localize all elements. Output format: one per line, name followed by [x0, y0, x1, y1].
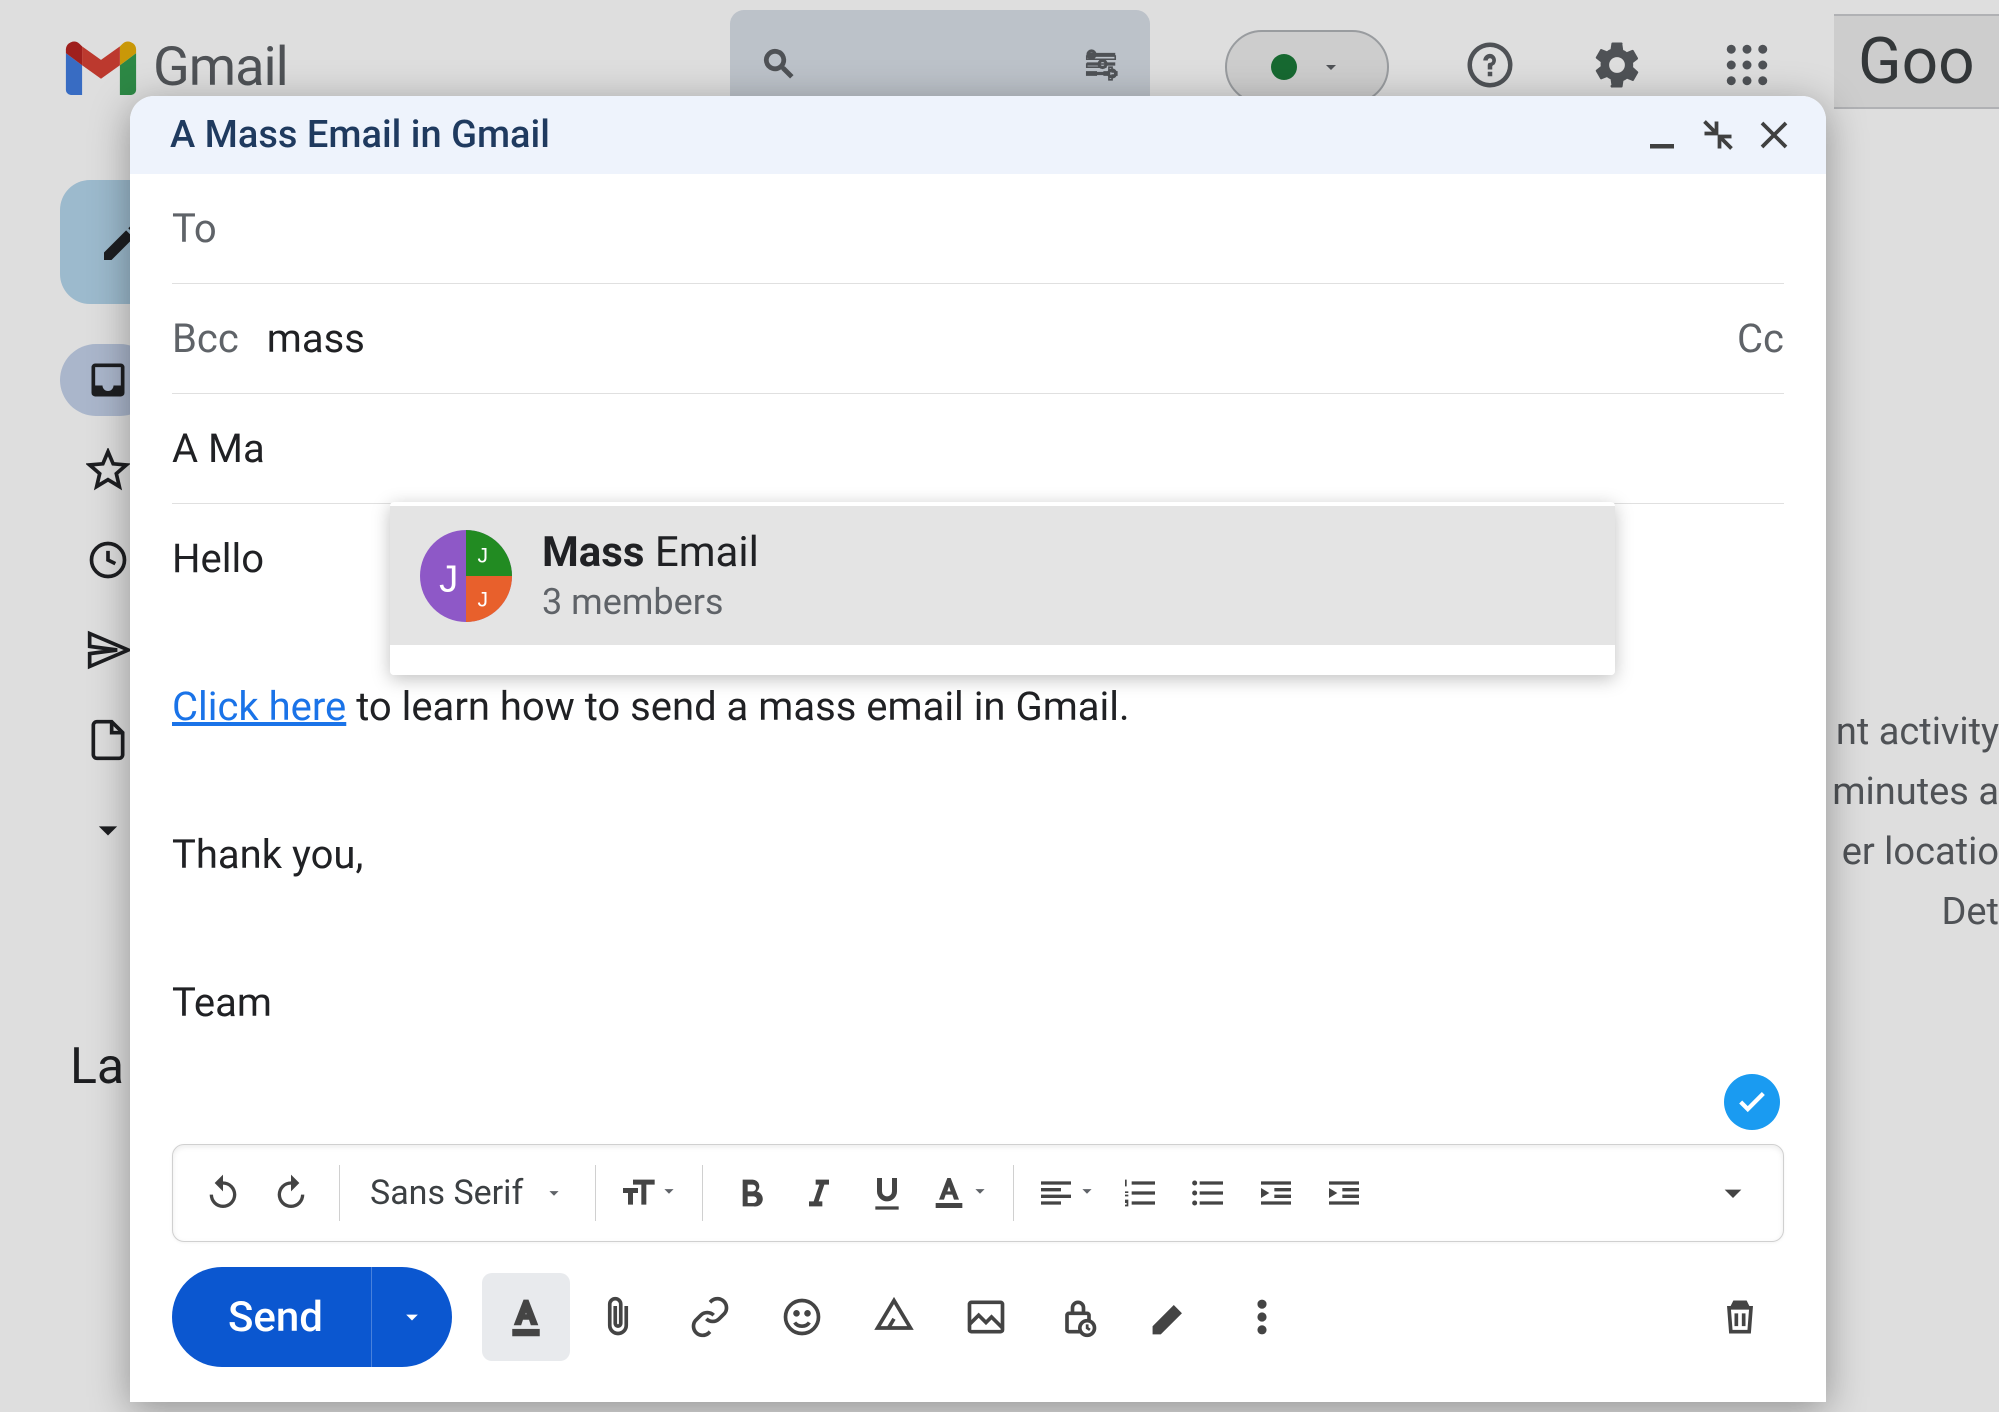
indent-more-button[interactable] — [1312, 1161, 1376, 1225]
autocomplete-item[interactable]: JJJ Mass Email 3 members — [390, 502, 1615, 645]
insert-signature-button[interactable] — [1126, 1273, 1214, 1361]
chevron-down-icon — [658, 1180, 680, 1206]
subject-field[interactable]: A Ma — [172, 394, 1784, 504]
font-size-button[interactable] — [612, 1161, 686, 1225]
compose-header[interactable]: A Mass Email in Gmail — [130, 96, 1826, 174]
formatting-toolbar: Sans Serif — [172, 1144, 1784, 1242]
body-line-3: Thank you, — [172, 818, 1784, 892]
italic-button[interactable] — [787, 1161, 851, 1225]
svg-text:J: J — [478, 588, 489, 611]
chevron-down-icon — [543, 1173, 565, 1213]
autocomplete-title: Mass Email — [542, 528, 759, 577]
bcc-value: mass — [267, 315, 365, 362]
subject-value: A Ma — [172, 425, 265, 472]
to-field[interactable]: To — [172, 174, 1784, 284]
insert-emoji-button[interactable] — [758, 1273, 846, 1361]
numbered-list-button[interactable] — [1108, 1161, 1172, 1225]
to-label: To — [172, 205, 217, 252]
group-avatar-icon: JJJ — [420, 530, 512, 622]
exit-fullscreen-button[interactable] — [1694, 111, 1742, 159]
send-options-button[interactable] — [372, 1303, 452, 1331]
close-button[interactable] — [1750, 111, 1798, 159]
bold-button[interactable] — [719, 1161, 783, 1225]
cc-button[interactable]: Cc — [1737, 315, 1784, 362]
underline-button[interactable] — [855, 1161, 919, 1225]
more-options-button[interactable] — [1218, 1273, 1306, 1361]
body-line-4: Team — [172, 966, 1784, 1040]
font-family-select[interactable]: Sans Serif — [356, 1161, 579, 1225]
discard-draft-button[interactable] — [1696, 1273, 1784, 1361]
more-formatting-button[interactable] — [1701, 1161, 1765, 1225]
bcc-field[interactable]: Bcc mass Cc — [172, 284, 1784, 394]
body-link[interactable]: Click here — [172, 683, 346, 730]
indent-less-button[interactable] — [1244, 1161, 1308, 1225]
body-line-2: Click here to learn how to send a mass e… — [172, 670, 1784, 744]
bulleted-list-button[interactable] — [1176, 1161, 1240, 1225]
spellcheck-badge[interactable] — [1724, 1074, 1780, 1130]
chevron-down-icon — [969, 1180, 991, 1206]
confidential-mode-button[interactable] — [1034, 1273, 1122, 1361]
text-color-button[interactable] — [923, 1161, 997, 1225]
align-button[interactable] — [1030, 1161, 1104, 1225]
redo-button[interactable] — [259, 1161, 323, 1225]
insert-link-button[interactable] — [666, 1273, 754, 1361]
autocomplete-subtitle: 3 members — [542, 581, 759, 623]
undo-button[interactable] — [191, 1161, 255, 1225]
send-button[interactable]: Send — [172, 1267, 452, 1367]
formatting-options-button[interactable] — [482, 1273, 570, 1361]
attach-file-button[interactable] — [574, 1273, 662, 1361]
svg-text:J: J — [439, 557, 458, 600]
compose-window: A Mass Email in Gmail To Bcc mass Cc A M… — [130, 96, 1826, 1402]
chevron-down-icon — [1076, 1180, 1098, 1206]
compose-action-bar: Send — [172, 1262, 1784, 1372]
compose-title: A Mass Email in Gmail — [170, 113, 1630, 157]
svg-text:J: J — [478, 544, 489, 567]
contact-autocomplete: JJJ Mass Email 3 members — [390, 502, 1615, 675]
minimize-button[interactable] — [1638, 111, 1686, 159]
insert-drive-button[interactable] — [850, 1273, 938, 1361]
insert-photo-button[interactable] — [942, 1273, 1030, 1361]
bcc-label: Bcc — [172, 315, 239, 362]
